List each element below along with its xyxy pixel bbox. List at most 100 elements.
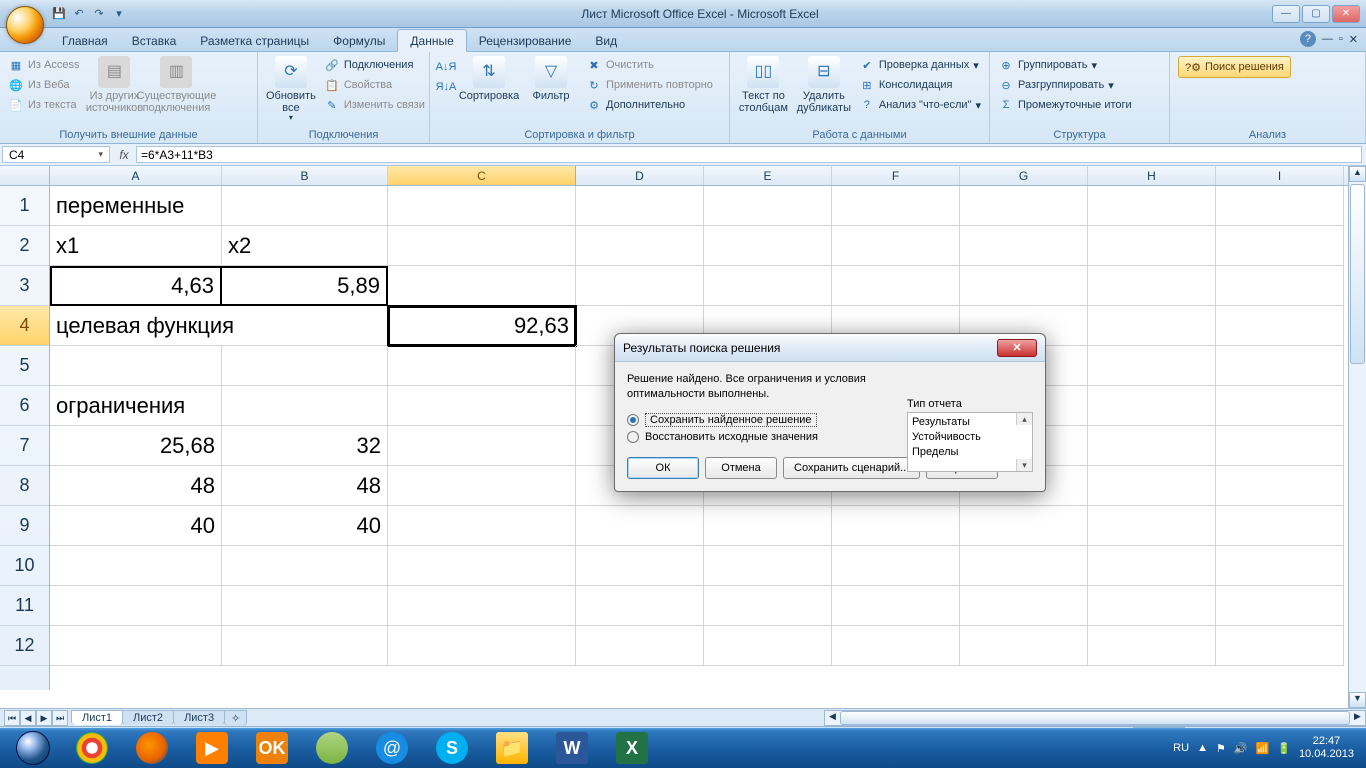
cell-E11[interactable] bbox=[704, 586, 832, 626]
ribbon-minimize-icon[interactable]: ― bbox=[1322, 33, 1333, 45]
cell-I5[interactable] bbox=[1216, 346, 1344, 386]
cell-I10[interactable] bbox=[1216, 546, 1344, 586]
select-all-corner[interactable] bbox=[0, 166, 50, 185]
cell-F9[interactable] bbox=[832, 506, 960, 546]
cell-B2[interactable]: x2 bbox=[222, 226, 388, 266]
cell-C8[interactable] bbox=[388, 466, 576, 506]
vscroll-thumb[interactable] bbox=[1350, 184, 1365, 364]
tray-network-icon[interactable]: 📶 bbox=[1256, 742, 1270, 755]
cell-B11[interactable] bbox=[222, 586, 388, 626]
cell-H5[interactable] bbox=[1088, 346, 1216, 386]
lang-indicator[interactable]: RU bbox=[1173, 742, 1189, 754]
sheet-tab-1[interactable]: Лист1 bbox=[71, 710, 123, 725]
row-header-3[interactable]: 3 bbox=[0, 266, 49, 306]
cell-I11[interactable] bbox=[1216, 586, 1344, 626]
cell-F3[interactable] bbox=[832, 266, 960, 306]
tray-up-icon[interactable]: ▲ bbox=[1197, 742, 1208, 754]
sort-button[interactable]: ⇅Сортировка bbox=[460, 54, 518, 104]
row-header-9[interactable]: 9 bbox=[0, 506, 49, 546]
list-up-icon[interactable]: ▴ bbox=[1016, 413, 1032, 425]
clock[interactable]: 22:47 10.04.2013 bbox=[1299, 735, 1354, 761]
from-web-button[interactable]: 🌐Из Веба bbox=[6, 76, 81, 94]
cell-C11[interactable] bbox=[388, 586, 576, 626]
tab-review[interactable]: Рецензирование bbox=[467, 30, 584, 51]
tab-pagelayout[interactable]: Разметка страницы bbox=[188, 30, 321, 51]
col-header-G[interactable]: G bbox=[960, 166, 1088, 185]
cell-E10[interactable] bbox=[704, 546, 832, 586]
cell-A7[interactable]: 25,68 bbox=[50, 426, 222, 466]
taskbar-chrome[interactable] bbox=[64, 729, 120, 767]
tab-home[interactable]: Главная bbox=[50, 30, 120, 51]
cell-H11[interactable] bbox=[1088, 586, 1216, 626]
col-header-H[interactable]: H bbox=[1088, 166, 1216, 185]
cell-A9[interactable]: 40 bbox=[50, 506, 222, 546]
taskbar-ok[interactable]: OK bbox=[244, 729, 300, 767]
reapply-filter-button[interactable]: ↻Применить повторно bbox=[584, 76, 715, 94]
from-text-button[interactable]: 📄Из текста bbox=[6, 96, 81, 114]
remove-duplicates-button[interactable]: ⊟Удалить дубликаты bbox=[795, 54, 853, 116]
cell-H2[interactable] bbox=[1088, 226, 1216, 266]
cell-B12[interactable] bbox=[222, 626, 388, 666]
taskbar-word[interactable]: W bbox=[544, 729, 600, 767]
start-button[interactable] bbox=[6, 729, 60, 767]
cell-G1[interactable] bbox=[960, 186, 1088, 226]
cell-I1[interactable] bbox=[1216, 186, 1344, 226]
cell-I8[interactable] bbox=[1216, 466, 1344, 506]
cell-F1[interactable] bbox=[832, 186, 960, 226]
cell-A6[interactable]: ограничения bbox=[50, 386, 222, 426]
minimize-button[interactable]: ― bbox=[1272, 5, 1300, 23]
sheet-next-icon[interactable]: ▶ bbox=[36, 710, 52, 726]
cell-H4[interactable] bbox=[1088, 306, 1216, 346]
taskbar-player[interactable]: ▶ bbox=[184, 729, 240, 767]
cell-D2[interactable] bbox=[576, 226, 704, 266]
cell-H6[interactable] bbox=[1088, 386, 1216, 426]
hscroll-thumb[interactable] bbox=[840, 711, 1350, 725]
cell-H1[interactable] bbox=[1088, 186, 1216, 226]
ungroup-button[interactable]: ⊖Разгруппировать ▾ bbox=[996, 76, 1134, 94]
cell-I9[interactable] bbox=[1216, 506, 1344, 546]
name-box[interactable]: C4▾ bbox=[2, 146, 110, 163]
sort-asc-button[interactable]: А↓Я bbox=[436, 58, 456, 76]
cell-G2[interactable] bbox=[960, 226, 1088, 266]
cell-A4[interactable]: целевая функция bbox=[50, 306, 388, 346]
tab-insert[interactable]: Вставка bbox=[120, 30, 189, 51]
cell-A2[interactable]: x1 bbox=[50, 226, 222, 266]
save-icon[interactable]: 💾 bbox=[50, 5, 68, 23]
cell-F11[interactable] bbox=[832, 586, 960, 626]
cell-G10[interactable] bbox=[960, 546, 1088, 586]
report-item[interactable]: Результаты bbox=[912, 415, 1028, 430]
cell-A1[interactable]: переменные bbox=[50, 186, 222, 226]
scroll-right-icon[interactable]: ▶ bbox=[1350, 711, 1365, 725]
taskbar-app1[interactable] bbox=[304, 729, 360, 767]
col-header-C[interactable]: C bbox=[388, 166, 576, 185]
cell-B9[interactable]: 40 bbox=[222, 506, 388, 546]
clear-filter-button[interactable]: ✖Очистить bbox=[584, 56, 715, 74]
cell-A8[interactable]: 48 bbox=[50, 466, 222, 506]
data-validation-button[interactable]: ✔Проверка данных ▾ bbox=[857, 56, 983, 74]
maximize-button[interactable]: ▢ bbox=[1302, 5, 1330, 23]
help-icon[interactable]: ? bbox=[1300, 31, 1316, 47]
cell-I12[interactable] bbox=[1216, 626, 1344, 666]
close-button[interactable]: ✕ bbox=[1332, 5, 1360, 23]
cancel-button[interactable]: Отмена bbox=[705, 457, 777, 479]
cell-D11[interactable] bbox=[576, 586, 704, 626]
cell-H3[interactable] bbox=[1088, 266, 1216, 306]
cell-E1[interactable] bbox=[704, 186, 832, 226]
row-header-2[interactable]: 2 bbox=[0, 226, 49, 266]
sheet-last-icon[interactable]: ⏭ bbox=[52, 710, 68, 726]
filter-button[interactable]: ▽Фильтр bbox=[522, 54, 580, 104]
advanced-filter-button[interactable]: ⚙Дополнительно bbox=[584, 96, 715, 114]
cell-B10[interactable] bbox=[222, 546, 388, 586]
cell-F12[interactable] bbox=[832, 626, 960, 666]
namebox-dropdown-icon[interactable]: ▾ bbox=[98, 149, 103, 160]
cell-I6[interactable] bbox=[1216, 386, 1344, 426]
cell-C6[interactable] bbox=[388, 386, 576, 426]
row-header-5[interactable]: 5 bbox=[0, 346, 49, 386]
col-header-F[interactable]: F bbox=[832, 166, 960, 185]
cell-B6[interactable] bbox=[222, 386, 388, 426]
sheet-tab-2[interactable]: Лист2 bbox=[122, 710, 174, 725]
cell-H7[interactable] bbox=[1088, 426, 1216, 466]
cell-C4[interactable]: 92,63 bbox=[388, 306, 576, 346]
cell-C1[interactable] bbox=[388, 186, 576, 226]
cell-B3[interactable]: 5,89 bbox=[222, 266, 388, 306]
